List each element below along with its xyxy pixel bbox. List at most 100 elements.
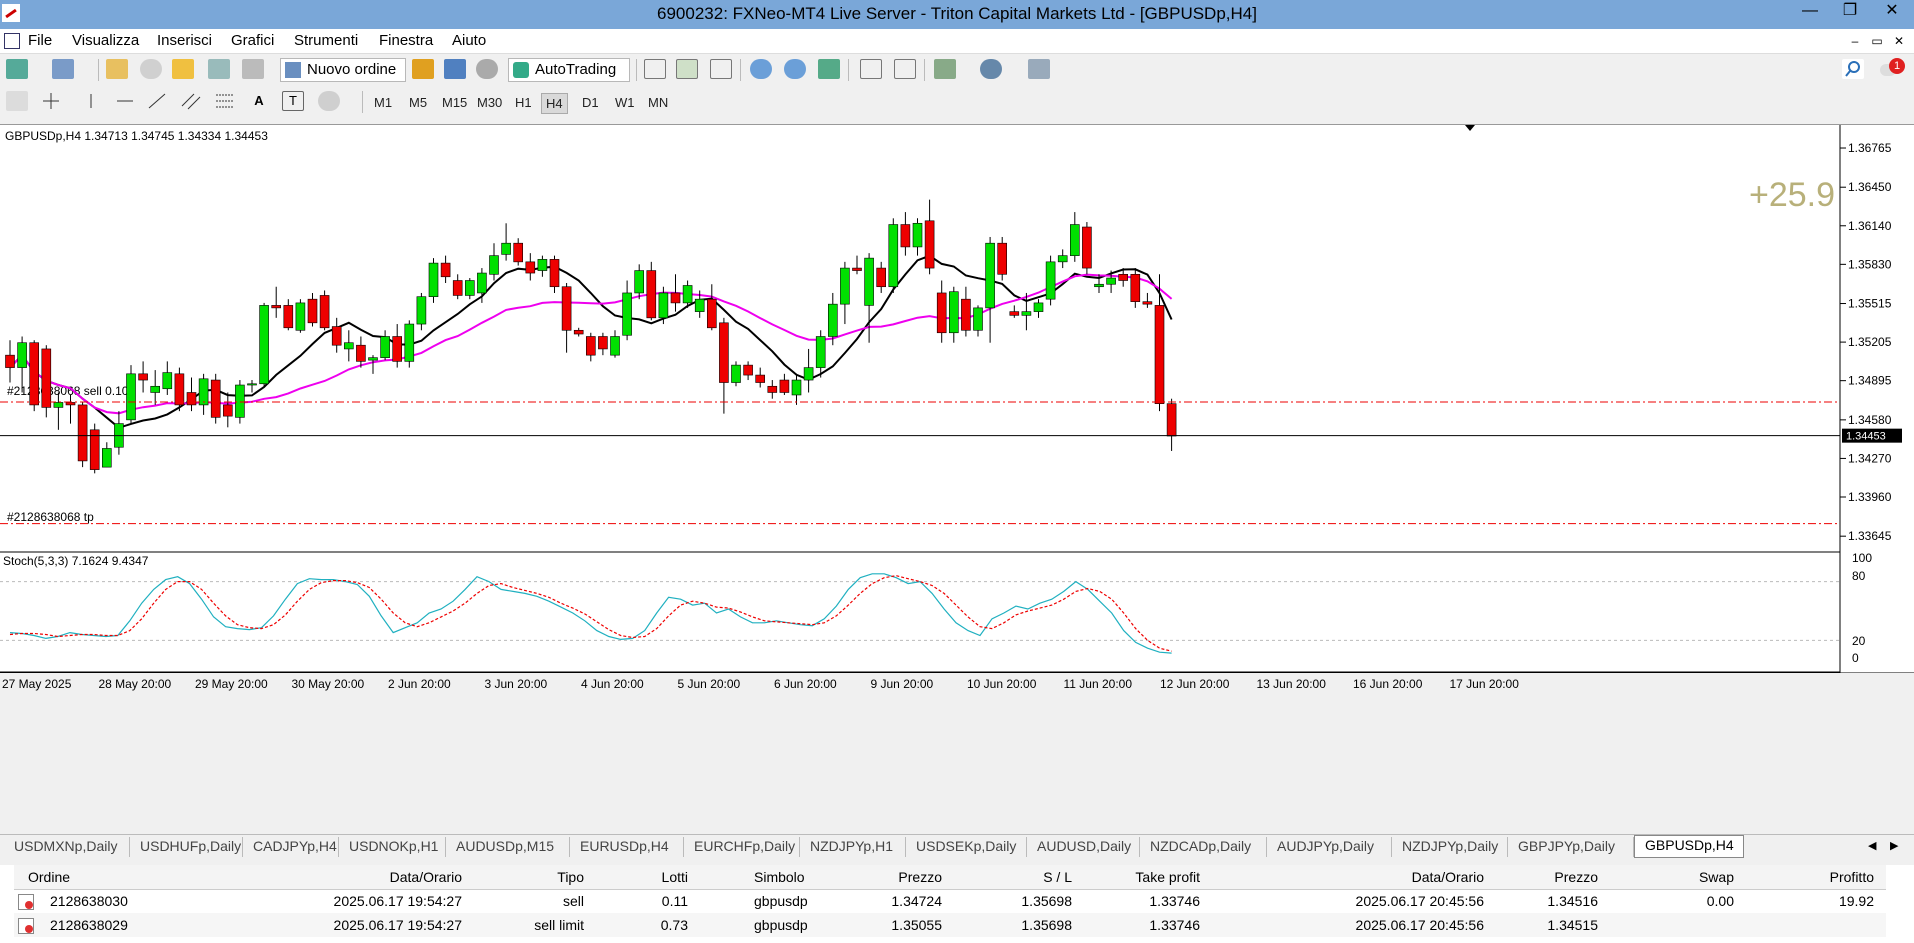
candle[interactable] <box>53 392 64 430</box>
menu-tools[interactable]: Strumenti <box>294 32 358 49</box>
candle[interactable] <box>138 361 148 393</box>
candle[interactable] <box>598 332 608 356</box>
candle[interactable] <box>815 330 826 378</box>
menu-charts[interactable]: Grafici <box>231 32 274 49</box>
candle[interactable] <box>779 373 790 395</box>
horizontal-line-icon[interactable] <box>114 91 136 111</box>
candle[interactable] <box>283 299 294 331</box>
candle[interactable] <box>501 223 511 261</box>
candle[interactable] <box>549 255 560 293</box>
column-header[interactable]: Swap <box>1574 869 1734 885</box>
candle[interactable] <box>755 367 766 388</box>
candle[interactable] <box>610 330 620 358</box>
signals-icon[interactable] <box>476 59 498 79</box>
candle[interactable] <box>803 348 814 393</box>
candle[interactable] <box>985 236 995 343</box>
candle[interactable] <box>295 299 306 333</box>
close-button[interactable]: ✕ <box>1872 0 1912 24</box>
candle[interactable] <box>404 320 415 368</box>
candle[interactable] <box>537 255 548 277</box>
column-header[interactable]: Profitto <box>1714 869 1874 885</box>
menu-file[interactable]: File <box>28 32 52 49</box>
candle[interactable] <box>561 283 572 353</box>
terminal-icon[interactable] <box>208 59 230 79</box>
timeframe-mn[interactable]: MN <box>644 93 672 112</box>
symbol-tab[interactable]: GBPJPYp,Daily <box>1508 837 1634 857</box>
candle[interactable] <box>356 336 366 368</box>
candle[interactable] <box>428 258 439 303</box>
zoom-out-icon[interactable] <box>784 59 806 79</box>
candle[interactable] <box>440 255 451 284</box>
candle[interactable] <box>924 199 935 275</box>
symbol-tab[interactable]: EURCHFp,Daily <box>684 837 800 857</box>
tabs-left-arrow-icon[interactable]: ◀ <box>1868 839 1876 852</box>
candle[interactable] <box>259 302 269 387</box>
candlestick-icon[interactable] <box>676 59 698 79</box>
symbol-tab[interactable]: EURUSDp,H4 <box>570 837 684 857</box>
zoom-in-icon[interactable] <box>750 59 772 79</box>
timeframe-d1[interactable]: D1 <box>578 93 603 112</box>
notifications-icon[interactable]: 1 <box>1880 58 1906 80</box>
candle[interactable] <box>1166 398 1177 451</box>
candle[interactable] <box>719 317 729 414</box>
timeframe-m30[interactable]: M30 <box>473 93 506 112</box>
symbol-tab[interactable]: USDSEKp,Daily <box>906 837 1027 857</box>
candle[interactable] <box>791 373 802 405</box>
table-row[interactable]: 2128638029 2025.06.17 19:54:27 sell limit 0… <box>14 913 1886 937</box>
timeframe-m1[interactable]: M1 <box>370 93 396 112</box>
tester-icon[interactable] <box>242 59 264 79</box>
market-watch-icon[interactable] <box>106 59 128 79</box>
candle[interactable] <box>198 373 209 415</box>
candle[interactable] <box>29 340 40 412</box>
menu-insert[interactable]: Inserisci <box>157 32 212 49</box>
candle[interactable] <box>973 305 983 337</box>
column-header[interactable]: Ordine <box>28 869 70 885</box>
menu-help[interactable]: Aiuto <box>452 32 486 49</box>
candle[interactable] <box>585 332 596 362</box>
crosshair-icon[interactable] <box>40 91 62 111</box>
candle[interactable] <box>464 278 475 300</box>
candle[interactable] <box>1009 305 1020 318</box>
candle[interactable] <box>1142 292 1153 308</box>
chart-shift-icon[interactable] <box>860 59 882 79</box>
candle[interactable] <box>452 274 463 300</box>
candle[interactable] <box>102 442 112 468</box>
candle[interactable] <box>5 340 15 383</box>
candle[interactable] <box>1130 268 1141 308</box>
timeframe-h4[interactable]: H4 <box>541 93 568 114</box>
fibonacci-icon[interactable] <box>214 91 236 111</box>
candle[interactable] <box>888 218 899 293</box>
symbol-tab[interactable]: AUDJPYp,Daily <box>1267 837 1392 857</box>
minimize-button[interactable]: — <box>1790 0 1830 24</box>
candle[interactable] <box>65 394 76 424</box>
text-label-icon[interactable]: T <box>282 91 304 111</box>
candle[interactable] <box>948 286 959 343</box>
candle[interactable] <box>114 411 124 455</box>
vertical-line-icon[interactable] <box>80 91 102 111</box>
candle[interactable] <box>416 292 427 331</box>
candle[interactable] <box>961 286 971 337</box>
table-row[interactable]: 2128638030 2025.06.17 19:54:27 sell 0.11 gbp… <box>14 889 1886 913</box>
candle[interactable] <box>392 324 403 368</box>
candle[interactable] <box>186 377 197 412</box>
candle[interactable] <box>271 286 282 318</box>
indicators-icon[interactable] <box>934 59 956 79</box>
candle[interactable] <box>223 392 233 428</box>
metaeditor-icon[interactable] <box>412 59 434 79</box>
navigator-icon[interactable] <box>172 59 194 79</box>
candle[interactable] <box>368 355 378 374</box>
candle[interactable] <box>1045 255 1056 306</box>
candle[interactable] <box>573 327 584 337</box>
symbol-tab[interactable]: USDNOKp,H1 <box>339 837 446 857</box>
candle[interactable] <box>622 280 632 341</box>
candle[interactable] <box>307 292 318 327</box>
timeframe-m5[interactable]: M5 <box>405 93 431 112</box>
symbol-tab[interactable]: NZDJPYp,Daily <box>1392 837 1508 857</box>
timeframe-m15[interactable]: M15 <box>438 93 471 112</box>
candle[interactable] <box>77 402 88 468</box>
autotrading-button[interactable]: AutoTrading <box>508 58 630 82</box>
candle[interactable] <box>489 243 499 281</box>
tile-windows-icon[interactable] <box>818 59 840 79</box>
candle[interactable] <box>912 218 923 256</box>
autoscroll-icon[interactable] <box>894 59 916 79</box>
